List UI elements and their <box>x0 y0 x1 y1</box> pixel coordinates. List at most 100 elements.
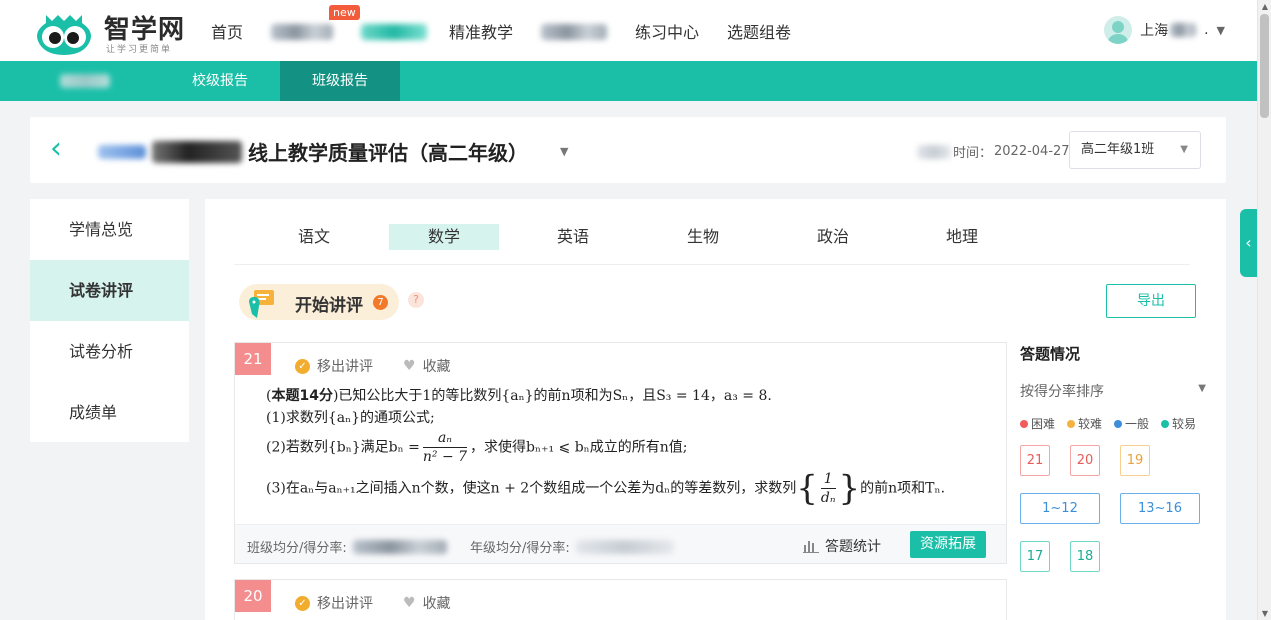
heart-icon[interactable]: ♥ <box>403 595 416 611</box>
new-badge: new <box>329 5 360 20</box>
subnav-class-report[interactable]: 班级报告 <box>280 61 400 101</box>
nav-item-blurred-3[interactable] <box>541 21 608 40</box>
legend-label: 一般 <box>1125 417 1150 431</box>
remove-review-button[interactable]: 移出讲评 <box>317 593 373 613</box>
nav-home[interactable]: 首页 <box>211 19 243 43</box>
class-average: 班级均分/得分率: <box>247 537 447 556</box>
collapse-panel-tab[interactable]: ‹ <box>1240 209 1257 277</box>
tab-english[interactable]: 英语 <box>518 224 628 250</box>
question-stem: 已知公比大于1的等比数列{aₙ}的前n项和为Sₙ，且S₃ = 14，a₃ = 8… <box>338 388 772 404</box>
back-arrow-icon[interactable]: ‹ <box>50 134 62 164</box>
tab-chinese[interactable]: 语文 <box>259 224 369 250</box>
question-box[interactable]: 18 <box>1070 541 1100 572</box>
nav-practice-center[interactable]: 练习中心 <box>635 19 699 43</box>
legend-label: 较难 <box>1078 417 1103 431</box>
class-select[interactable]: 高二年级1班 ▼ <box>1069 131 1201 169</box>
nav-compose-paper[interactable]: 选题组卷 <box>727 19 791 43</box>
main-panel: 语文 数学 英语 生物 政治 地理 开始讲评 7 ? 导出 21 ✓ 移出讲评 … <box>205 199 1226 620</box>
exam-date: 时间： 2022-04-27 <box>917 142 1070 161</box>
question-box[interactable]: 1~12 <box>1020 493 1100 524</box>
question-box[interactable]: 13~16 <box>1120 493 1200 524</box>
avatar <box>1104 16 1133 44</box>
answer-stats-label: 答题统计 <box>825 539 881 555</box>
question-part-3b: 的前n项和Tₙ. <box>860 480 946 497</box>
side-item-score-sheet[interactable]: 成绩单 <box>30 382 189 443</box>
check-icon[interactable]: ✓ <box>295 595 310 611</box>
tab-biology[interactable]: 生物 <box>648 224 758 250</box>
favorite-button[interactable]: 收藏 <box>423 356 451 376</box>
logo-name: 智学网 <box>104 15 186 45</box>
start-review-button[interactable]: 开始讲评 7 <box>239 284 399 320</box>
user-name-suffix: . <box>1204 22 1209 38</box>
user-menu[interactable]: 上海 . ▼ <box>1104 16 1225 44</box>
question-card: 21 ✓ 移出讲评 ♥ 收藏 (本题14分)已知公比大于1的等比数列{aₙ}的前… <box>234 342 1007 564</box>
right-brace: } <box>838 468 861 509</box>
user-name: 上海 <box>1140 23 1169 39</box>
sub-nav: 校级报告 班级报告 <box>0 61 1257 101</box>
nav-item-blurred-2[interactable]: new <box>329 5 428 40</box>
page-scrollbar[interactable]: ▲ ▼ <box>1257 0 1271 620</box>
question-box[interactable]: 17 <box>1020 541 1050 572</box>
favorite-button[interactable]: 收藏 <box>423 593 451 613</box>
exam-title-text: 线上教学质量评估（高二年级） <box>248 141 528 165</box>
fraction: aₙ n² − 7 <box>422 429 468 466</box>
legend-item: 一般 <box>1114 415 1155 432</box>
sort-select[interactable]: 按得分率排序 ▼ <box>1020 381 1210 401</box>
logo[interactable]: 智学网 让学习更简单 <box>32 7 200 57</box>
export-button[interactable]: 导出 <box>1106 284 1196 318</box>
legend-label: 较易 <box>1172 417 1197 431</box>
question-box[interactable]: 20 <box>1070 445 1100 476</box>
answer-panel: 答题情况 按得分率排序 ▼ 困难 较难 一般 较易 21 20 19 1~12 … <box>1020 343 1210 572</box>
resource-extend-button[interactable]: 资源拓展 <box>910 531 986 558</box>
score-label: 本题14分 <box>271 388 333 404</box>
legend-label: 困难 <box>1031 417 1056 431</box>
question-number: 20 <box>235 580 271 612</box>
question-box[interactable]: 21 <box>1020 445 1050 476</box>
scrollbar-thumb[interactable] <box>1260 14 1269 118</box>
question-part-1: (1)求数列{aₙ}的通项公式; <box>266 410 435 426</box>
fraction-numerator: 1 <box>820 470 836 489</box>
scroll-up-icon[interactable]: ▲ <box>1262 2 1268 11</box>
scroll-down-icon[interactable]: ▼ <box>1262 609 1268 618</box>
grade-average: 年级均分/得分率: <box>470 537 674 556</box>
chevron-down-icon[interactable]: ▼ <box>560 145 568 158</box>
chevron-down-icon: ▼ <box>1198 383 1206 394</box>
side-item-paper-review[interactable]: 试卷讲评 <box>30 260 189 321</box>
answer-stats-button[interactable]: 答题统计 <box>803 536 881 556</box>
question-footer: 班级均分/得分率: 年级均分/得分率: 答题统计 资源拓展 <box>235 524 1006 563</box>
remove-review-button[interactable]: 移出讲评 <box>317 356 373 376</box>
chevron-left-icon: ‹ <box>1245 233 1252 252</box>
legend-item: 较难 <box>1067 415 1108 432</box>
exam-title[interactable]: 线上教学质量评估（高二年级） ▼ <box>98 137 568 166</box>
help-icon[interactable]: ? <box>408 292 424 308</box>
nav-precision-teaching[interactable]: 精准教学 <box>449 19 513 43</box>
question-number: 21 <box>235 343 271 375</box>
subnav-item-blurred[interactable] <box>0 61 160 101</box>
check-icon[interactable]: ✓ <box>295 358 310 374</box>
sort-select-value: 按得分率排序 <box>1020 384 1104 400</box>
subnav-school-report[interactable]: 校级报告 <box>160 61 280 101</box>
date-value: 2022-04-27 <box>994 144 1070 159</box>
tab-politics[interactable]: 政治 <box>778 224 888 250</box>
left-brace: { <box>796 468 818 509</box>
tab-geography[interactable]: 地理 <box>907 224 1017 250</box>
fraction-denominator: n² − 7 <box>422 449 468 465</box>
side-item-overview[interactable]: 学情总览 <box>30 199 189 260</box>
date-label: 时间： <box>953 146 993 161</box>
question-part-2a: (2)若数列{bₙ}满足bₙ = <box>266 439 420 456</box>
start-review-label: 开始讲评 <box>295 296 363 316</box>
heart-icon[interactable]: ♥ <box>403 358 416 374</box>
tab-math[interactable]: 数学 <box>389 224 499 250</box>
question-actions: ✓ 移出讲评 ♥ 收藏 <box>295 593 451 613</box>
review-count-badge: 7 <box>373 295 388 310</box>
grade-average-label: 年级均分/得分率: <box>470 541 570 556</box>
question-actions: ✓ 移出讲评 ♥ 收藏 <box>295 356 451 376</box>
teacher-board-icon <box>249 290 274 318</box>
exam-title-card: ‹ 线上教学质量评估（高二年级） ▼ 时间： 2022-04-27 高二年级1班… <box>30 117 1226 183</box>
side-item-paper-analysis[interactable]: 试卷分析 <box>30 321 189 382</box>
nav-item-blurred-1[interactable] <box>271 21 334 40</box>
bar-chart-icon <box>803 541 819 553</box>
class-average-label: 班级均分/得分率: <box>247 541 347 556</box>
question-box[interactable]: 19 <box>1120 445 1150 476</box>
fraction: 1 dₙ <box>820 470 836 507</box>
